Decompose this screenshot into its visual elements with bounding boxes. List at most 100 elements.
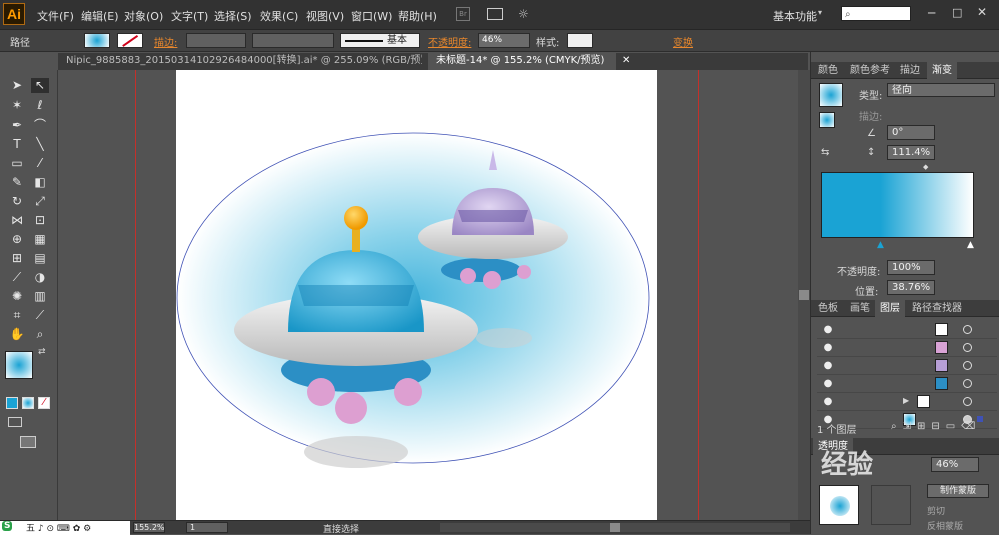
tab-color-guide[interactable]: 颜色参考 — [845, 62, 895, 79]
draw-mode-icon[interactable] — [8, 417, 22, 427]
transform-link[interactable]: 变换 — [673, 34, 693, 49]
tab-pathfinder[interactable]: 路径查找器 — [907, 300, 967, 317]
menu-object[interactable]: 对象(O) — [124, 8, 163, 24]
width-tool-icon[interactable]: ⋈ — [8, 213, 26, 228]
stroke-weight-field[interactable] — [186, 33, 246, 48]
eyedropper-icon[interactable]: ⟋ — [8, 270, 26, 285]
target-icon[interactable] — [963, 325, 972, 334]
eye-icon[interactable]: ● — [822, 378, 834, 390]
eye-icon[interactable]: ● — [822, 342, 834, 354]
color-mode-icon[interactable] — [6, 397, 18, 409]
gradient-slider[interactable] — [821, 172, 974, 238]
reverse-icon[interactable]: ⇆ — [821, 147, 829, 158]
target-icon[interactable] — [963, 343, 972, 352]
symbol-sprayer-icon[interactable]: ✺ — [8, 289, 26, 304]
layer-row[interactable]: ● — [817, 357, 997, 375]
gradient-preview[interactable] — [819, 83, 843, 107]
scroll-thumb[interactable] — [799, 290, 809, 300]
scale-tool-icon[interactable]: ⤢ — [31, 194, 49, 209]
menu-effect[interactable]: 效果(C) — [260, 8, 298, 24]
layer-row[interactable]: ● — [817, 339, 997, 357]
target-icon[interactable] — [963, 379, 972, 388]
menu-edit[interactable]: 编辑(E) — [81, 8, 119, 24]
curvature-tool-icon[interactable]: ⌒ — [31, 118, 49, 133]
fill-swatch[interactable] — [84, 33, 110, 48]
menu-file[interactable]: 文件(F) — [37, 8, 74, 24]
search-input[interactable]: ⌕ — [841, 6, 911, 21]
rectangle-tool-icon[interactable]: ▭ — [8, 156, 26, 171]
hand-tool-icon[interactable]: ✋ — [8, 327, 26, 342]
workspace-switcher[interactable]: 基本功能 — [773, 8, 817, 24]
variable-width-profile[interactable] — [252, 33, 334, 48]
stop-opacity-field[interactable]: 100% — [887, 260, 935, 275]
gradient-mode-icon[interactable] — [22, 397, 34, 409]
stroke-label[interactable]: 描边: — [154, 34, 177, 49]
eraser-icon[interactable]: ◧ — [31, 175, 49, 190]
rotate-tool-icon[interactable]: ↻ — [8, 194, 26, 209]
canvas-area[interactable] — [58, 70, 808, 520]
tab-close-icon[interactable]: ✕ — [614, 53, 634, 70]
layer-actions[interactable]: ⌕⇲⊞⊟▭⌫ — [891, 421, 981, 432]
line-tool-icon[interactable]: ╲ — [31, 137, 49, 152]
lasso-icon[interactable]: ℓ — [31, 98, 49, 113]
gpu-icon[interactable]: ☼ — [518, 7, 529, 21]
zoom-tool-icon[interactable]: ⌕ — [31, 327, 49, 342]
transparency-opacity-field[interactable]: 46% — [931, 457, 979, 472]
opacity-field[interactable]: 46% — [478, 33, 530, 48]
menu-view[interactable]: 视图(V) — [306, 8, 344, 24]
selection-tool-icon[interactable]: ➤ — [8, 78, 26, 93]
close-icon[interactable]: ✕ — [977, 5, 987, 19]
vertical-scrollbar[interactable] — [798, 70, 810, 520]
layer-row[interactable]: ● — [817, 375, 997, 393]
aspect-ratio-field[interactable]: 111.4% — [887, 145, 935, 160]
eye-icon[interactable]: ● — [822, 324, 834, 336]
color-stop-start[interactable]: ▲ — [877, 240, 884, 250]
mesh-tool-icon[interactable]: ⊞ — [8, 251, 26, 266]
screen-mode-icon[interactable] — [20, 436, 36, 448]
gradient-tool-icon[interactable]: ▤ — [31, 251, 49, 266]
target-icon[interactable] — [963, 397, 972, 406]
maximize-icon[interactable]: □ — [952, 6, 962, 19]
tab-gradient[interactable]: 渐变 — [927, 62, 957, 79]
page-field[interactable]: 1 — [186, 522, 228, 533]
horizontal-scrollbar[interactable] — [440, 523, 790, 532]
graph-tool-icon[interactable]: ▥ — [31, 289, 49, 304]
bridge-icon[interactable]: Br — [456, 7, 470, 21]
direct-selection-tool-icon[interactable]: ↖ — [31, 78, 49, 93]
none-mode-icon[interactable]: ⁄ — [38, 397, 50, 409]
fill-color-box[interactable] — [5, 351, 33, 379]
slice-tool-icon[interactable]: ⟋ — [31, 308, 49, 323]
paintbrush-icon[interactable]: ⁄ — [31, 156, 49, 171]
tab-layers[interactable]: 图层 — [875, 300, 905, 317]
tab-stroke[interactable]: 描边 — [895, 62, 925, 79]
tab-color[interactable]: 颜色 — [813, 62, 843, 79]
target-icon[interactable] — [963, 361, 972, 370]
magic-wand-icon[interactable]: ✶ — [8, 98, 26, 113]
brush-definition[interactable]: 基本 — [340, 33, 420, 48]
graphic-style-swatch[interactable] — [567, 33, 593, 48]
artboard-tool-icon[interactable]: ⌗ — [8, 308, 26, 323]
arrange-docs-icon[interactable] — [487, 8, 503, 20]
angle-field[interactable]: 0° — [887, 125, 935, 140]
minimize-icon[interactable]: ─ — [928, 6, 935, 20]
pencil-icon[interactable]: ✎ — [8, 175, 26, 190]
menu-type[interactable]: 文字(T) — [171, 8, 208, 24]
gradient-type-select[interactable]: 径向 — [887, 83, 995, 97]
color-stop-end[interactable]: ▲ — [967, 240, 974, 250]
make-mask-button[interactable]: 制作蒙版 — [927, 484, 989, 498]
type-tool-icon[interactable]: T — [8, 137, 26, 152]
location-field[interactable]: 38.76% — [887, 280, 935, 295]
fill-thumb[interactable] — [819, 112, 835, 128]
artboard[interactable] — [176, 70, 657, 520]
tab-brushes[interactable]: 画笔 — [845, 300, 875, 317]
tab-document-2[interactable]: 未标题-14* @ 155.2% (CMYK/预览) — [428, 53, 616, 70]
eye-icon[interactable]: ● — [822, 396, 834, 408]
layer-row[interactable]: ● ▶ — [817, 393, 997, 411]
menu-help[interactable]: 帮助(H) — [398, 8, 437, 24]
ime-toolbar[interactable]: S 五 ♪ ⊙ ⌨ ✿ ⚙ — [0, 521, 130, 535]
pen-tool-icon[interactable]: ✒ — [8, 118, 26, 133]
expand-arrow-icon[interactable]: ▶ — [903, 396, 909, 405]
blend-tool-icon[interactable]: ◑ — [31, 270, 49, 285]
shape-builder-icon[interactable]: ⊕ — [8, 232, 26, 247]
zoom-field[interactable]: 155.2% — [133, 522, 165, 533]
